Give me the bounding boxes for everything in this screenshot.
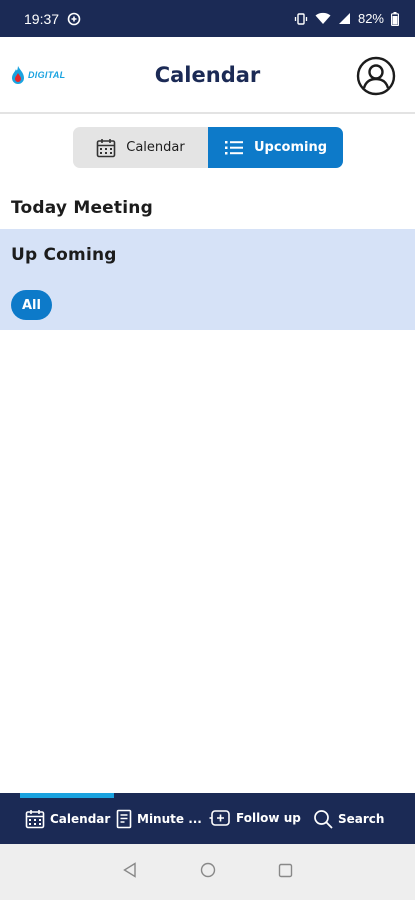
segment-upcoming[interactable]: Upcoming [208,127,343,168]
tab-follow-up[interactable]: Follow up [209,809,301,827]
today-meeting-section: Today Meeting [0,188,415,228]
search-icon [314,810,333,829]
list-icon [224,140,243,154]
today-meeting-title: Today Meeting [11,198,153,218]
status-bar: 19:37 82% [0,0,415,37]
profile-button[interactable] [356,56,396,96]
tab-search[interactable]: Search [313,809,384,829]
logo-text: DIGITAL [28,70,66,80]
app-header: DIGITAL Calendar [0,37,415,114]
document-icon [116,809,132,829]
tab-minute-label: Minute ... [137,812,202,826]
upcoming-section: Up Coming All [0,229,415,330]
page-title: Calendar [154,62,261,87]
bottom-tab-bar: Calendar Minute ... Follow up Search [0,793,415,844]
follow-up-icon [209,810,230,826]
home-icon[interactable] [200,862,216,882]
calendar-icon [96,138,116,157]
vibrate-icon [294,12,308,26]
tab-minute[interactable]: Minute ... [116,809,202,829]
tab-calendar-label: Calendar [50,812,111,826]
segment-upcoming-label: Upcoming [253,140,328,155]
recents-icon[interactable] [278,863,293,882]
view-toggle: Calendar Upcoming [73,127,343,168]
data-saver-icon [67,12,81,26]
filter-chip-all[interactable]: All [11,290,52,320]
active-tab-indicator [20,793,114,798]
segment-calendar[interactable]: Calendar [73,127,208,168]
signal-icon [338,12,351,25]
battery-percent: 82% [357,11,384,26]
status-time: 19:37 [24,10,60,27]
tab-search-label: Search [338,812,385,826]
flame-logo-icon [12,66,24,84]
calendar-icon [25,810,45,829]
user-circle-icon [356,56,396,96]
tab-calendar[interactable]: Calendar [25,809,110,829]
back-icon[interactable] [122,862,138,882]
segment-calendar-label: Calendar [126,140,185,155]
app-logo: DIGITAL [11,65,65,85]
system-navigation-bar [0,844,415,900]
wifi-icon [315,12,331,25]
upcoming-title: Up Coming [11,245,117,265]
tab-follow-up-label: Follow up [236,811,301,825]
battery-icon [391,11,399,26]
